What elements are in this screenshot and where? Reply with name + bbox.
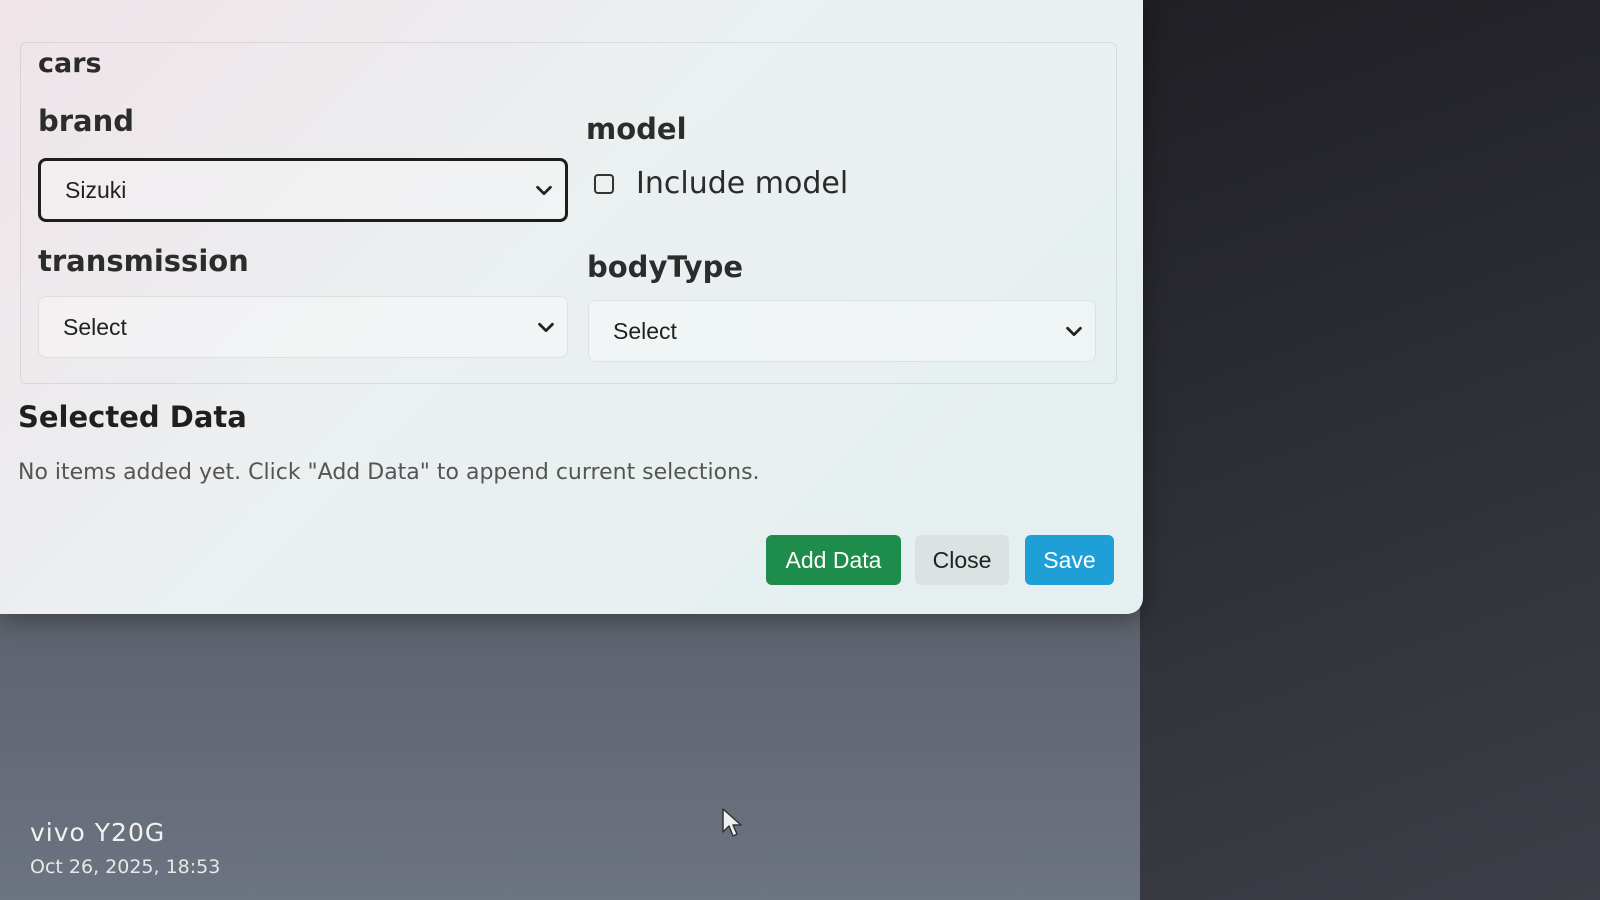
add-data-button[interactable]: Add Data: [766, 535, 901, 585]
brand-select[interactable]: Sizuki: [38, 158, 568, 222]
model-label: model: [586, 112, 687, 146]
transmission-label: transmission: [38, 244, 249, 278]
chevron-down-icon: [1066, 326, 1082, 337]
camera-watermark-date: Oct 26, 2025, 18:53: [30, 856, 221, 878]
transmission-select-value: Select: [63, 313, 127, 340]
bodytype-label: bodyType: [587, 250, 744, 284]
selected-data-title: Selected Data: [18, 400, 247, 434]
camera-watermark-brand: vivo Y20G: [30, 818, 166, 847]
empty-state-text: No items added yet. Click "Add Data" to …: [18, 460, 760, 485]
include-model-checkbox[interactable]: [594, 173, 614, 194]
include-model-option[interactable]: Include model: [594, 166, 848, 201]
modal-dialog: cars brand Sizuki model Include model tr…: [0, 0, 1143, 614]
chevron-down-icon: [538, 322, 554, 333]
form-section-title: cars: [38, 48, 102, 79]
brand-select-value: Sizuki: [65, 176, 127, 203]
background-window: [1140, 0, 1600, 900]
chevron-down-icon: [536, 185, 552, 196]
close-button[interactable]: Close: [915, 535, 1009, 585]
include-model-label: Include model: [636, 166, 849, 201]
bodytype-select[interactable]: Select: [588, 300, 1096, 362]
bodytype-select-value: Select: [613, 317, 677, 344]
transmission-select[interactable]: Select: [38, 296, 568, 358]
mouse-pointer-icon: [722, 808, 742, 837]
save-button[interactable]: Save: [1025, 535, 1114, 585]
brand-label: brand: [38, 104, 135, 138]
